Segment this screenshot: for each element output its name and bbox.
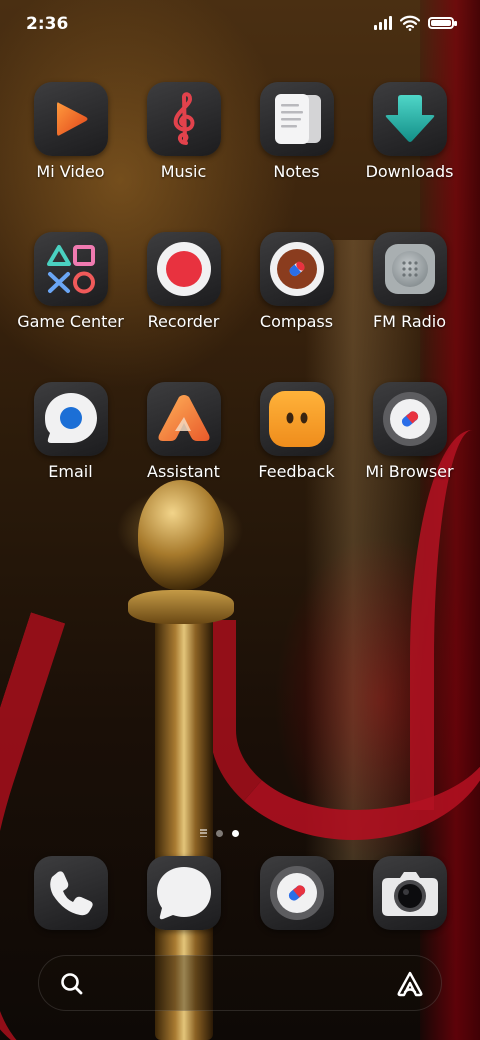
email-bubble-icon <box>44 393 97 443</box>
app-compass[interactable]: Compass <box>240 232 353 331</box>
app-label: Notes <box>273 162 320 181</box>
app-notes[interactable]: Notes <box>240 82 353 181</box>
app-mi-video[interactable]: Mi Video <box>14 82 127 181</box>
camera-icon <box>381 872 438 916</box>
treble-clef-icon <box>173 92 194 145</box>
app-label: Mi Browser <box>365 462 454 481</box>
camera-app-icon[interactable] <box>372 856 447 930</box>
battery-icon <box>428 17 457 29</box>
browser-app-icon[interactable] <box>259 856 334 930</box>
battery-level <box>431 20 451 26</box>
feedback-face-icon <box>268 391 325 447</box>
feedback-app-icon[interactable] <box>259 382 334 456</box>
page-indicator[interactable] <box>200 829 239 837</box>
app-email[interactable]: Email <box>14 382 127 481</box>
app-mi-browser[interactable]: Mi Browser <box>353 382 466 481</box>
phone-icon <box>49 871 93 916</box>
radio-speaker-icon <box>384 244 435 294</box>
browser-compass-icon <box>269 866 324 920</box>
mi-video-app-icon[interactable] <box>33 82 108 156</box>
app-fm-radio[interactable]: FM Radio <box>353 232 466 331</box>
home-screen: 2:36 Mi Video Music Notes Downloads Game… <box>0 0 480 1040</box>
app-grid: Mi Video Music Notes Downloads Game Cent… <box>14 82 466 481</box>
status-time: 2:36 <box>26 14 69 34</box>
message-bubble-icon <box>156 867 211 920</box>
browser-compass-icon <box>382 392 437 446</box>
app-downloads[interactable]: Downloads <box>353 82 466 181</box>
page-dot-active <box>232 829 239 837</box>
record-icon <box>156 242 211 296</box>
status-bar: 2:36 <box>0 0 480 50</box>
app-label: Assistant <box>147 462 220 481</box>
page-dot <box>216 829 223 837</box>
mi-browser-app-icon[interactable] <box>372 382 447 456</box>
wallpaper-post-neck <box>128 590 234 624</box>
music-app-icon[interactable] <box>146 82 221 156</box>
search-icon[interactable] <box>59 971 85 997</box>
email-app-icon[interactable] <box>33 382 108 456</box>
compass-icon <box>269 242 324 296</box>
app-recorder[interactable]: Recorder <box>127 232 240 331</box>
app-game-center[interactable]: Game Center <box>14 232 127 331</box>
app-label: Music <box>160 162 207 181</box>
messages-app-icon[interactable] <box>146 856 221 930</box>
game-shapes-icon <box>46 245 95 294</box>
dock <box>14 856 466 930</box>
status-icons <box>374 15 457 31</box>
signal-icon <box>374 16 392 30</box>
app-label: Downloads <box>365 162 454 181</box>
assistant-a-icon <box>158 395 209 441</box>
app-music[interactable]: Music <box>127 82 240 181</box>
downloads-app-icon[interactable] <box>372 82 447 156</box>
app-assistant[interactable]: Assistant <box>127 382 240 481</box>
fm-radio-app-icon[interactable] <box>372 232 447 306</box>
assistant-app-icon[interactable] <box>146 382 221 456</box>
recorder-app-icon[interactable] <box>146 232 221 306</box>
compass-app-icon[interactable] <box>259 232 334 306</box>
app-label: FM Radio <box>372 312 447 331</box>
download-arrow-icon <box>385 95 434 142</box>
notes-icon <box>274 94 321 144</box>
phone-app-icon[interactable] <box>33 856 108 930</box>
app-label: Game Center <box>17 312 124 331</box>
wifi-icon <box>400 15 420 31</box>
app-label: Compass <box>259 312 334 331</box>
app-label: Recorder <box>147 312 220 331</box>
game-center-app-icon[interactable] <box>33 232 108 306</box>
play-icon <box>56 102 87 136</box>
notes-app-icon[interactable] <box>259 82 334 156</box>
page-list-icon <box>200 829 207 837</box>
app-label: Mi Video <box>36 162 105 181</box>
search-bar[interactable] <box>38 955 442 1011</box>
wallpaper-post-ball <box>138 480 224 590</box>
app-label: Feedback <box>258 462 335 481</box>
app-label: Email <box>48 462 93 481</box>
assistant-icon[interactable] <box>395 969 425 999</box>
app-feedback[interactable]: Feedback <box>240 382 353 481</box>
